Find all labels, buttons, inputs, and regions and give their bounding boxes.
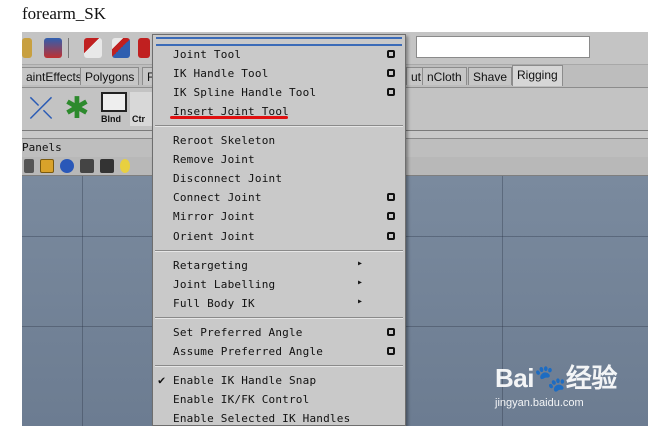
watermark-url: jingyan.baidu.com (495, 397, 584, 409)
wireframe-cube-icon[interactable] (40, 159, 54, 173)
option-box-icon[interactable] (387, 50, 395, 58)
menu-item-enable-ik-fk-control[interactable]: Enable IK/FK Control (153, 391, 405, 410)
menu-item-set-preferred-angle[interactable]: Set Preferred Angle (153, 324, 405, 343)
blend-shape-label: Blnd (101, 114, 121, 124)
menu-item-full-body-ik[interactable]: Full Body IK ▸ (153, 295, 405, 314)
menu-item-joint-tool[interactable]: Joint Tool (153, 46, 405, 65)
menu-item-label: Full Body IK (173, 297, 255, 310)
highlight-underline (170, 116, 288, 119)
tab-polygons[interactable]: Polygons (80, 67, 140, 85)
menu-item-label: Assume Preferred Angle (173, 345, 324, 358)
option-box-icon[interactable] (387, 328, 395, 336)
shaded-cube-icon[interactable] (80, 159, 94, 173)
option-box-icon[interactable] (387, 212, 395, 220)
camera-icon[interactable] (24, 159, 34, 173)
paint-select-icon[interactable] (44, 38, 62, 58)
menu-item-label: Retargeting (173, 259, 249, 272)
menu-item-label: Joint Labelling (173, 278, 276, 291)
option-box-icon[interactable] (387, 69, 395, 77)
baidu-watermark: Bai🐾经验 jingyan.baidu.com (495, 358, 617, 409)
lasso-icon[interactable] (22, 38, 32, 58)
option-box-icon[interactable] (387, 88, 395, 96)
checkmark-icon: ✔ (158, 373, 166, 387)
menu-item-mirror-joint[interactable]: Mirror Joint (153, 208, 405, 227)
option-box-icon[interactable] (387, 347, 395, 355)
menu-item-label: Remove Joint (173, 153, 255, 166)
menu-item-reroot-skeleton[interactable]: Reroot Skeleton (153, 132, 405, 151)
menu-item-ik-spline-handle-tool[interactable]: IK Spline Handle Tool (153, 84, 405, 103)
menu-divider (155, 250, 403, 252)
textured-cube-icon[interactable] (100, 159, 114, 173)
submenu-arrow-icon: ▸ (357, 277, 364, 288)
page-caption: forearm_SK (22, 4, 107, 23)
menu-divider (155, 125, 403, 127)
menu-item-enable-ik-handle-snap[interactable]: ✔ Enable IK Handle Snap (153, 372, 405, 391)
menu-divider (155, 317, 403, 319)
menu-item-disconnect-joint[interactable]: Disconnect Joint (153, 170, 405, 189)
grid-line (82, 176, 83, 426)
snap-grid-icon[interactable] (84, 38, 102, 58)
tab-painteffects[interactable]: aintEffects (22, 67, 87, 85)
joint-chain-icon[interactable]: ⤫ (24, 92, 58, 126)
skeleton-menu: Joint Tool IK Handle Tool IK Spline Hand… (152, 34, 406, 426)
menu-divider (155, 365, 403, 367)
menu-item-label: Reroot Skeleton (173, 134, 276, 147)
menu-item-label: Enable Selected IK Handles (173, 412, 351, 425)
tab-ncloth[interactable]: nCloth (422, 67, 467, 85)
menu-item-remove-joint[interactable]: Remove Joint (153, 151, 405, 170)
option-box-icon[interactable] (387, 232, 395, 240)
menu-item-label: IK Handle Tool (173, 67, 269, 80)
snap-curve-icon[interactable] (112, 38, 130, 58)
menu-item-label: IK Spline Handle Tool (173, 86, 317, 99)
input-line-field[interactable] (416, 36, 590, 58)
snap-point-icon[interactable] (138, 38, 150, 58)
menu-item-ik-handle-tool[interactable]: IK Handle Tool (153, 65, 405, 84)
menu-item-joint-labelling[interactable]: Joint Labelling ▸ (153, 276, 405, 295)
menu-item-label: Enable IK/FK Control (173, 393, 310, 406)
menu-item-label: Joint Tool (173, 48, 242, 61)
menu-item-insert-joint-tool[interactable]: Insert Joint Tool (153, 103, 405, 122)
menu-item-label: Disconnect Joint (173, 172, 283, 185)
cluster-label: Ctr (132, 114, 145, 124)
blend-shape-icon[interactable] (101, 92, 127, 112)
menu-item-enable-selected-ik-handles[interactable]: Enable Selected IK Handles (153, 410, 405, 425)
submenu-arrow-icon: ▸ (357, 296, 364, 307)
menu-item-label: Mirror Joint (173, 210, 255, 223)
ik-handle-icon[interactable]: ✱ (60, 92, 94, 126)
panels-menu[interactable]: Panels (22, 141, 62, 154)
submenu-arrow-icon: ▸ (357, 258, 364, 269)
watermark-logo: Bai🐾经验 (495, 363, 617, 393)
menu-tear-off[interactable] (156, 37, 402, 46)
tab-rigging[interactable]: Rigging (512, 65, 563, 86)
menu-item-retargeting[interactable]: Retargeting ▸ (153, 257, 405, 276)
smooth-shade-icon[interactable] (60, 159, 74, 173)
toolbar-separator (68, 38, 69, 58)
menu-item-label: Set Preferred Angle (173, 326, 303, 339)
tab-shave[interactable]: Shave (468, 67, 513, 85)
option-box-icon[interactable] (387, 193, 395, 201)
menu-item-assume-preferred-angle[interactable]: Assume Preferred Angle (153, 343, 405, 362)
menu-item-connect-joint[interactable]: Connect Joint (153, 189, 405, 208)
menu-item-label: Orient Joint (173, 230, 255, 243)
menu-item-orient-joint[interactable]: Orient Joint (153, 228, 405, 247)
menu-item-label: Enable IK Handle Snap (173, 374, 317, 387)
light-bulb-icon[interactable] (120, 159, 130, 173)
menu-item-label: Connect Joint (173, 191, 262, 204)
